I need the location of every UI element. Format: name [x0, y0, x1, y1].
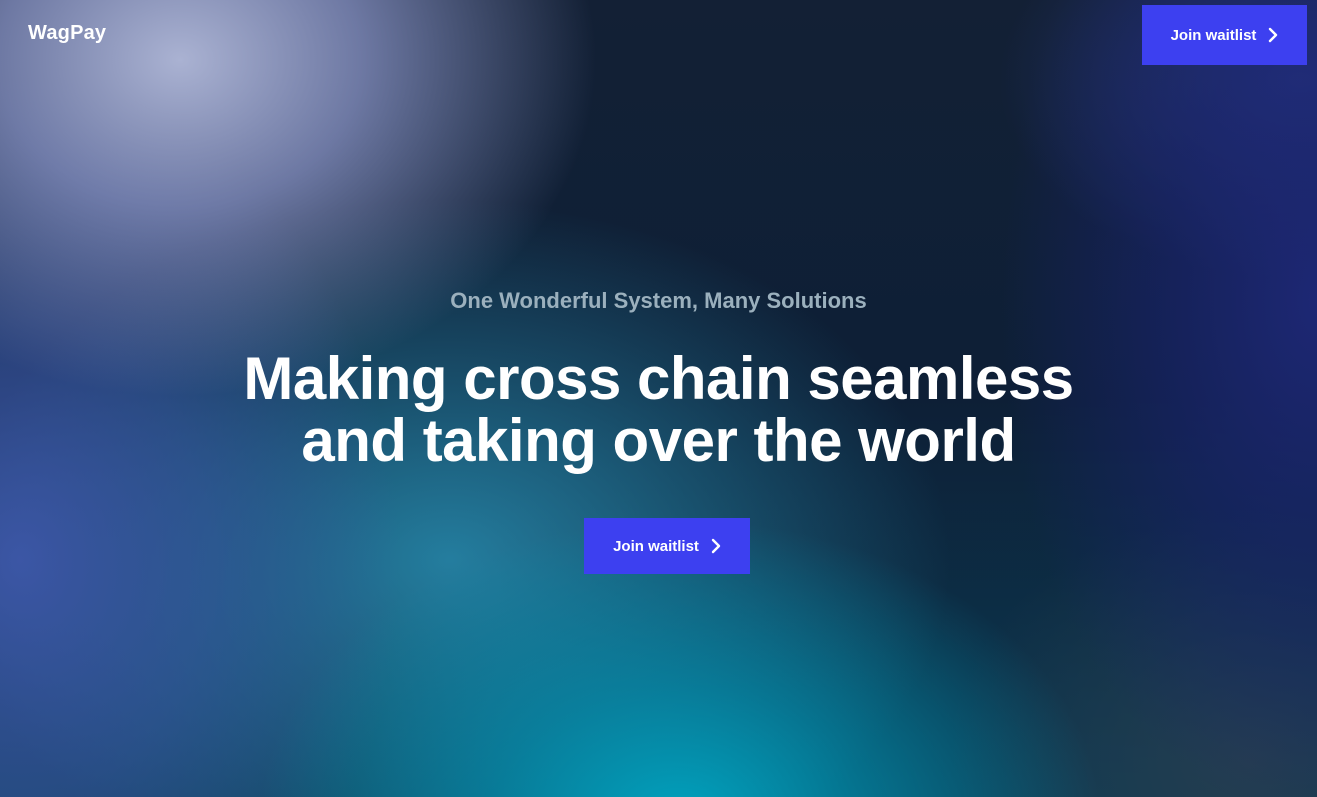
hero-headline: Making cross chain seamless and taking o… [0, 348, 1317, 472]
chevron-right-icon [711, 538, 721, 554]
hero-headline-line-2: and taking over the world [301, 407, 1016, 474]
header-join-waitlist-label: Join waitlist [1170, 26, 1257, 44]
header-join-waitlist-button[interactable]: Join waitlist [1142, 5, 1307, 65]
hero-join-waitlist-button[interactable]: Join waitlist [584, 518, 750, 574]
hero-eyebrow: One Wonderful System, Many Solutions [450, 288, 867, 313]
hero-headline-line-1: Making cross chain seamless [243, 345, 1074, 412]
brand-logo[interactable]: WagPay [28, 22, 106, 45]
hero-join-waitlist-label: Join waitlist [613, 537, 699, 555]
chevron-right-icon [1269, 27, 1278, 43]
